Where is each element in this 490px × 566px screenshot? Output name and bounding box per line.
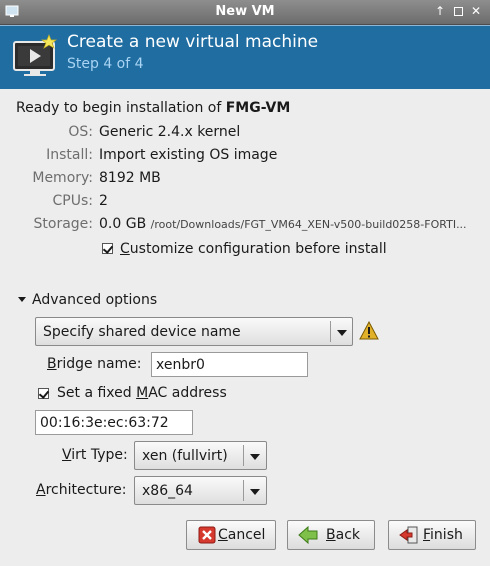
virt-type-mnemonic: V — [62, 447, 72, 463]
mac-mnemonic: M — [136, 385, 149, 401]
fixed-mac-label[interactable]: Set a fixed MAC address — [57, 385, 227, 401]
ready-text: Ready to begin installation of — [16, 100, 226, 116]
finish-mnemonic: F — [423, 527, 431, 543]
back-mnemonic: B — [326, 527, 336, 543]
back-button[interactable]: Back — [287, 520, 375, 550]
mac-label-post: AC address — [148, 385, 227, 401]
install-value: Import existing OS image — [99, 147, 278, 163]
finish-label: Finish — [423, 527, 463, 543]
back-arrow-icon — [298, 526, 318, 544]
finish-icon — [399, 526, 418, 544]
virt-type-combo[interactable]: xen (fullvirt) — [134, 441, 267, 470]
chevron-down-icon — [250, 489, 260, 495]
wizard-header: Create a new virtual machine Step 4 of 4 — [0, 25, 490, 89]
back-label-text: ack — [335, 527, 360, 543]
virt-type-value: xen (fullvirt) — [142, 448, 228, 464]
expander-arrow-icon[interactable] — [18, 297, 26, 302]
cancel-label-text: ancel — [227, 527, 266, 543]
memory-label: Memory: — [32, 170, 93, 186]
arch-mnemonic: A — [36, 482, 46, 498]
virt-type-label-text: irt Type: — [71, 447, 128, 463]
finish-label-text: inish — [430, 527, 463, 543]
cancel-mnemonic: C — [218, 527, 228, 543]
bridge-name-input[interactable]: xenbr0 — [151, 352, 308, 377]
advanced-options-expander[interactable]: Advanced options — [32, 292, 157, 308]
mac-address-input[interactable]: 00:16:3e:ec:63:72 — [35, 410, 193, 435]
storage-path: /root/Downloads/FGT_VM64_XEN-v500-build0… — [150, 218, 467, 231]
architecture-combo[interactable]: x86_64 — [134, 476, 267, 505]
cancel-icon — [198, 526, 216, 544]
pin-icon[interactable]: ↑ — [432, 3, 448, 20]
storage-label: Storage: — [33, 216, 94, 232]
window-titlebar[interactable]: New VM ↑ ✕ — [0, 0, 490, 25]
warning-icon — [359, 321, 379, 340]
finish-button[interactable]: Finish — [388, 520, 476, 550]
bridge-label-text: ridge name: — [56, 356, 142, 372]
memory-value: 8192 MB — [99, 170, 161, 186]
fixed-mac-checkbox[interactable] — [38, 388, 49, 399]
bridge-mnemonic: B — [47, 356, 57, 372]
cpus-label: CPUs: — [52, 193, 93, 209]
architecture-label: Architecture: — [36, 482, 126, 498]
page-title: Create a new virtual machine — [67, 32, 319, 52]
cancel-button[interactable]: Cancel — [186, 520, 276, 550]
maximize-icon[interactable] — [450, 3, 466, 20]
new-vm-icon — [13, 34, 58, 76]
customize-label[interactable]: Customize configuration before install — [120, 241, 387, 257]
step-indicator: Step 4 of 4 — [67, 56, 144, 72]
os-value: Generic 2.4.x kernel — [99, 124, 241, 140]
storage-size: 0.0 GB — [99, 216, 147, 232]
back-label: Back — [326, 527, 360, 543]
bridge-name-label: Bridge name: — [47, 356, 142, 372]
storage-value: 0.0 GB /root/Downloads/FGT_VM64_XEN-v500… — [99, 216, 467, 232]
customize-mnemonic: C — [120, 241, 130, 257]
customize-checkbox[interactable] — [102, 243, 113, 254]
install-label: Install: — [46, 147, 93, 163]
cpus-value: 2 — [99, 193, 108, 209]
virt-type-label: Virt Type: — [62, 447, 128, 463]
mac-label-pre: Set a fixed — [57, 385, 137, 401]
cancel-label: Cancel — [218, 527, 265, 543]
window-title: New VM — [215, 4, 275, 19]
network-source-value: Specify shared device name — [43, 324, 241, 340]
customize-label-text: ustomize configuration before install — [129, 241, 387, 257]
chevron-down-icon — [337, 330, 347, 336]
network-source-combo[interactable]: Specify shared device name — [35, 317, 353, 346]
ready-heading: Ready to begin installation of FMG-VM — [16, 100, 290, 116]
close-icon[interactable]: ✕ — [468, 3, 484, 20]
bridge-name-value: xenbr0 — [156, 357, 205, 373]
mac-address-value: 00:16:3e:ec:63:72 — [40, 415, 169, 431]
vm-name: FMG-VM — [225, 100, 291, 116]
os-label: OS: — [68, 124, 93, 140]
chevron-down-icon — [250, 454, 260, 460]
architecture-value: x86_64 — [142, 483, 193, 499]
arch-label-text: rchitecture: — [45, 482, 127, 498]
